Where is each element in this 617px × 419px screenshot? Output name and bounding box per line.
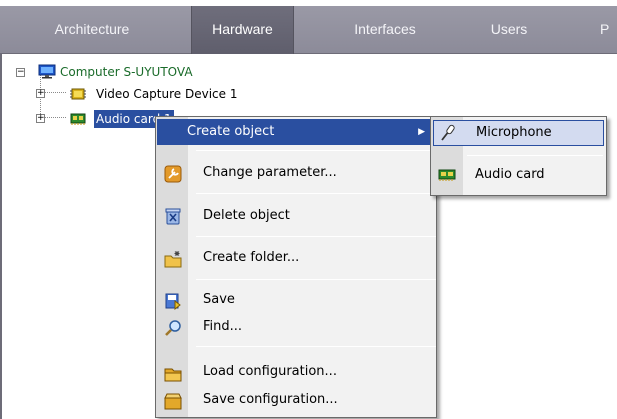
tab-architecture[interactable]: Architecture xyxy=(40,6,144,54)
tree-node-video-capture[interactable]: + Video Capture Device 1 xyxy=(0,85,260,103)
menu-item-change-parameter[interactable]: Change parameter... xyxy=(157,160,435,186)
menu-item-create-object[interactable]: Create object ▶ xyxy=(157,119,435,145)
menu-item-delete-object[interactable]: Delete object xyxy=(157,203,435,229)
submenu-item-label: Audio card xyxy=(475,167,545,182)
menu-item-create-folder[interactable]: Create folder... xyxy=(157,245,435,271)
video-capture-icon xyxy=(70,88,86,100)
save-config-icon xyxy=(164,393,182,410)
save-icon xyxy=(165,293,181,310)
submenu-item-microphone[interactable]: Microphone xyxy=(433,120,604,146)
load-config-icon xyxy=(164,368,182,382)
menu-item-label: Create object xyxy=(187,124,275,139)
menu-item-find[interactable]: Find... xyxy=(157,314,435,340)
tree-node-label: Video Capture Device 1 xyxy=(96,87,238,101)
menu-item-save-configuration[interactable]: Save configuration... xyxy=(157,387,435,413)
microphone-icon xyxy=(441,124,455,141)
new-folder-icon xyxy=(164,251,182,268)
create-object-submenu: Microphone Audio card xyxy=(430,116,607,196)
submenu-item-audio-card[interactable]: Audio card xyxy=(433,163,604,189)
menu-separator xyxy=(196,150,436,151)
menu-item-label: Create folder... xyxy=(203,250,300,265)
submenu-arrow-icon: ▶ xyxy=(418,127,425,137)
menu-separator xyxy=(467,155,603,156)
collapse-expander-icon[interactable]: − xyxy=(16,68,25,77)
tab-cut-off[interactable]: P xyxy=(600,6,617,54)
menu-item-label: Save configuration... xyxy=(203,392,338,407)
tab-interfaces[interactable]: Interfaces xyxy=(335,6,435,54)
audio-card-icon xyxy=(438,169,456,181)
expand-expander-icon[interactable]: + xyxy=(36,114,45,123)
find-icon xyxy=(165,320,181,336)
menu-separator xyxy=(196,279,436,280)
tree-node-computer[interactable]: − Computer S-UYUTOVA xyxy=(0,63,260,81)
wrench-icon xyxy=(164,165,182,183)
monitor-icon xyxy=(38,64,56,79)
menu-separator xyxy=(196,236,436,237)
menu-item-label: Save xyxy=(203,292,235,307)
submenu-item-label: Microphone xyxy=(476,125,552,140)
menu-item-save[interactable]: Save xyxy=(157,287,435,313)
menu-item-label: Load configuration... xyxy=(203,364,337,379)
menu-item-label: Find... xyxy=(203,319,243,334)
menu-separator xyxy=(196,193,436,194)
tree-node-label: Computer S-UYUTOVA xyxy=(60,65,193,79)
menu-item-load-configuration[interactable]: Load configuration... xyxy=(157,359,435,385)
audio-card-icon xyxy=(70,113,86,125)
delete-icon xyxy=(165,208,181,225)
context-menu: Create object ▶ Change parameter... Dele… xyxy=(155,116,437,418)
tab-hardware[interactable]: Hardware xyxy=(191,6,294,54)
tab-bar: Architecture Hardware Interfaces Users P xyxy=(0,6,617,54)
menu-item-label: Delete object xyxy=(203,208,290,223)
expand-expander-icon[interactable]: + xyxy=(36,89,45,98)
menu-separator xyxy=(196,346,436,347)
menu-item-label: Change parameter... xyxy=(203,165,337,180)
tab-users[interactable]: Users xyxy=(474,6,544,54)
